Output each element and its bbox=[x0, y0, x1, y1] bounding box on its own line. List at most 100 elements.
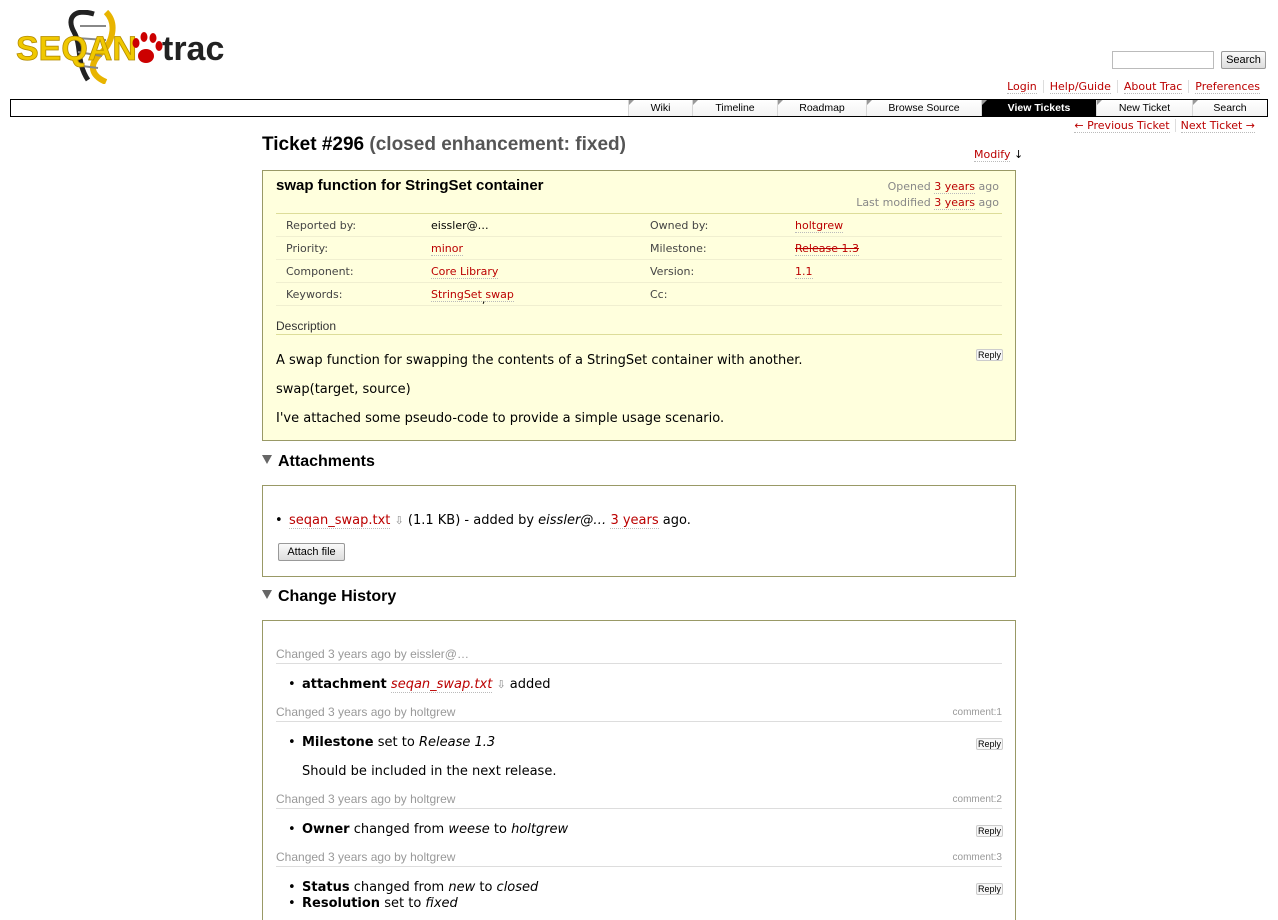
meta-navigation: Login Help/Guide About Trac Preferences bbox=[1001, 80, 1266, 94]
change-item: • Owner changed from weese to holtgrew bbox=[288, 822, 569, 837]
modified-time-link[interactable]: 3 years bbox=[934, 196, 976, 210]
nav-tab-view-tickets[interactable]: View Tickets bbox=[981, 100, 1096, 116]
change-text: changed from bbox=[353, 822, 445, 837]
ticket-summary: swap function for StringSet container bbox=[276, 177, 544, 194]
help-guide-link[interactable]: Help/Guide bbox=[1049, 80, 1111, 94]
change-new-value: closed bbox=[496, 880, 539, 895]
priority-link[interactable]: minor bbox=[431, 242, 463, 256]
change-header: Changed 3 years ago by holtgrew comment:… bbox=[276, 792, 1002, 809]
nav-tab-browse-source[interactable]: Browse Source bbox=[866, 100, 981, 116]
search-input[interactable] bbox=[1112, 51, 1214, 69]
keyword-separator: , bbox=[481, 293, 486, 306]
download-icon[interactable]: ⇩ bbox=[395, 514, 404, 527]
component-link[interactable]: Core Library bbox=[431, 265, 499, 279]
reply-button[interactable]: Reply bbox=[976, 349, 1004, 361]
change-attachment-link[interactable]: seqan_swap.txt bbox=[390, 677, 493, 693]
change-header-text: Changed 3 years ago by holtgrew bbox=[276, 705, 456, 719]
change-header: Changed 3 years ago by holtgrew comment:… bbox=[276, 850, 1002, 867]
owned-by-link[interactable]: holtgrew bbox=[795, 219, 844, 233]
comment-anchor-link[interactable]: comment:1 bbox=[953, 707, 1002, 718]
attachments-heading[interactable]: Attachments bbox=[262, 453, 375, 471]
paw-icon bbox=[132, 32, 163, 63]
change-history-title: Change History bbox=[278, 588, 397, 605]
change-history-box: Changed 3 years ago by eissler@… • attac… bbox=[262, 620, 1016, 920]
opened-suffix: ago bbox=[978, 180, 999, 193]
preferences-link[interactable]: Preferences bbox=[1195, 80, 1260, 94]
arrow-down-icon: ↓ bbox=[1013, 148, 1024, 161]
next-ticket-link[interactable]: Next Ticket → bbox=[1180, 119, 1255, 133]
modify-link[interactable]: Modify bbox=[974, 148, 1011, 162]
change-item: • Status changed from new to closed bbox=[288, 880, 539, 895]
attachment-file-link[interactable]: seqan_swap.txt bbox=[289, 513, 391, 529]
about-trac-link[interactable]: About Trac bbox=[1123, 80, 1183, 94]
change-history-heading[interactable]: Change History bbox=[262, 588, 396, 606]
keywords-label: Keywords: bbox=[286, 288, 343, 301]
modified-suffix: ago bbox=[978, 196, 999, 209]
attachment-author: eissler@… bbox=[538, 513, 607, 528]
attachment-size: (1.1 KB) - added by bbox=[407, 513, 535, 528]
modified-label: Last modified bbox=[856, 196, 931, 209]
nav-tab-wiki[interactable]: Wiki bbox=[628, 100, 692, 116]
component-label: Component: bbox=[286, 265, 354, 278]
nav-tab-timeline[interactable]: Timeline bbox=[692, 100, 777, 116]
change-old-value: new bbox=[448, 880, 476, 895]
change-field: Owner bbox=[302, 822, 350, 837]
change-value: fixed bbox=[425, 896, 458, 911]
change-item: • Resolution set to fixed bbox=[288, 896, 458, 911]
attachment-time-link[interactable]: 3 years bbox=[610, 513, 659, 529]
change-new-value: holtgrew bbox=[511, 822, 569, 837]
search-button[interactable]: Search bbox=[1221, 51, 1266, 69]
change-old-value: weese bbox=[448, 822, 490, 837]
nav-tab-new-ticket[interactable]: New Ticket bbox=[1096, 100, 1192, 116]
comment-anchor-link[interactable]: comment:3 bbox=[953, 852, 1002, 863]
attach-file-button[interactable]: Attach file bbox=[278, 543, 345, 561]
keyword-swap-link[interactable]: swap bbox=[485, 288, 514, 302]
description-paragraph: A swap function for swapping the content… bbox=[276, 353, 803, 368]
cc-label: Cc: bbox=[650, 288, 668, 301]
reply-button[interactable]: Reply bbox=[976, 883, 1004, 895]
change-text: set to bbox=[377, 735, 415, 750]
reply-button[interactable]: Reply bbox=[976, 738, 1004, 750]
attachment-suffix: ago. bbox=[662, 513, 691, 528]
description-paragraph: swap(target, source) bbox=[276, 382, 411, 397]
reported-by-label: Reported by: bbox=[286, 219, 357, 232]
attachments-box: • seqan_swap.txt ⇩ (1.1 KB) - added by e… bbox=[262, 485, 1016, 577]
change-item: • Milestone set to Release 1.3 bbox=[288, 735, 496, 750]
milestone-link[interactable]: Release 1.3 bbox=[795, 242, 859, 256]
change-text: to bbox=[479, 880, 493, 895]
attachment-item: • seqan_swap.txt ⇩ (1.1 KB) - added by e… bbox=[275, 513, 691, 529]
change-header-text: Changed 3 years ago by eissler@… bbox=[276, 647, 469, 661]
change-header-text: Changed 3 years ago by holtgrew bbox=[276, 792, 456, 806]
opened-time-link[interactable]: 3 years bbox=[934, 180, 976, 194]
previous-ticket-link[interactable]: ← Previous Ticket bbox=[1074, 119, 1170, 133]
change-header-text: Changed 3 years ago by holtgrew bbox=[276, 850, 456, 864]
change-text: set to bbox=[384, 896, 422, 911]
nav-tab-roadmap[interactable]: Roadmap bbox=[777, 100, 866, 116]
description-text: A swap function for swapping the content… bbox=[276, 346, 956, 433]
logo-trac-text: trac bbox=[162, 30, 224, 68]
nav-tab-search[interactable]: Search bbox=[1192, 100, 1267, 116]
seqan-trac-logo[interactable]: SEQAN trac bbox=[14, 10, 228, 84]
ticket-properties: Reported by: eissler@… Owned by: holtgre… bbox=[276, 213, 1002, 306]
comment-anchor-link[interactable]: comment:2 bbox=[953, 794, 1002, 805]
login-link[interactable]: Login bbox=[1007, 80, 1037, 94]
collapse-triangle-icon bbox=[262, 590, 272, 599]
logo-seqan-text: SEQAN bbox=[16, 30, 137, 68]
download-icon[interactable]: ⇩ bbox=[496, 678, 505, 691]
change-text: changed from bbox=[353, 880, 445, 895]
change-field: attachment bbox=[302, 677, 387, 692]
change-comment: Should be included in the next release. bbox=[302, 764, 557, 779]
ticket-number: Ticket #296 bbox=[262, 134, 365, 155]
description-heading: Description bbox=[276, 319, 1002, 335]
reply-button[interactable]: Reply bbox=[976, 825, 1004, 837]
main-navigation: Wiki Timeline Roadmap Browse Source View… bbox=[10, 99, 1268, 117]
opened-label: Opened bbox=[887, 180, 931, 193]
collapse-triangle-icon bbox=[262, 455, 272, 464]
change-field: Milestone bbox=[302, 735, 374, 750]
ticket-dates: Opened 3 years ago Last modified 3 years… bbox=[856, 179, 999, 211]
change-text: to bbox=[493, 822, 507, 837]
priority-label: Priority: bbox=[286, 242, 329, 255]
keyword-stringset-link[interactable]: StringSet bbox=[431, 288, 482, 302]
version-link[interactable]: 1.1 bbox=[795, 265, 813, 279]
change-field: Status bbox=[302, 880, 350, 895]
